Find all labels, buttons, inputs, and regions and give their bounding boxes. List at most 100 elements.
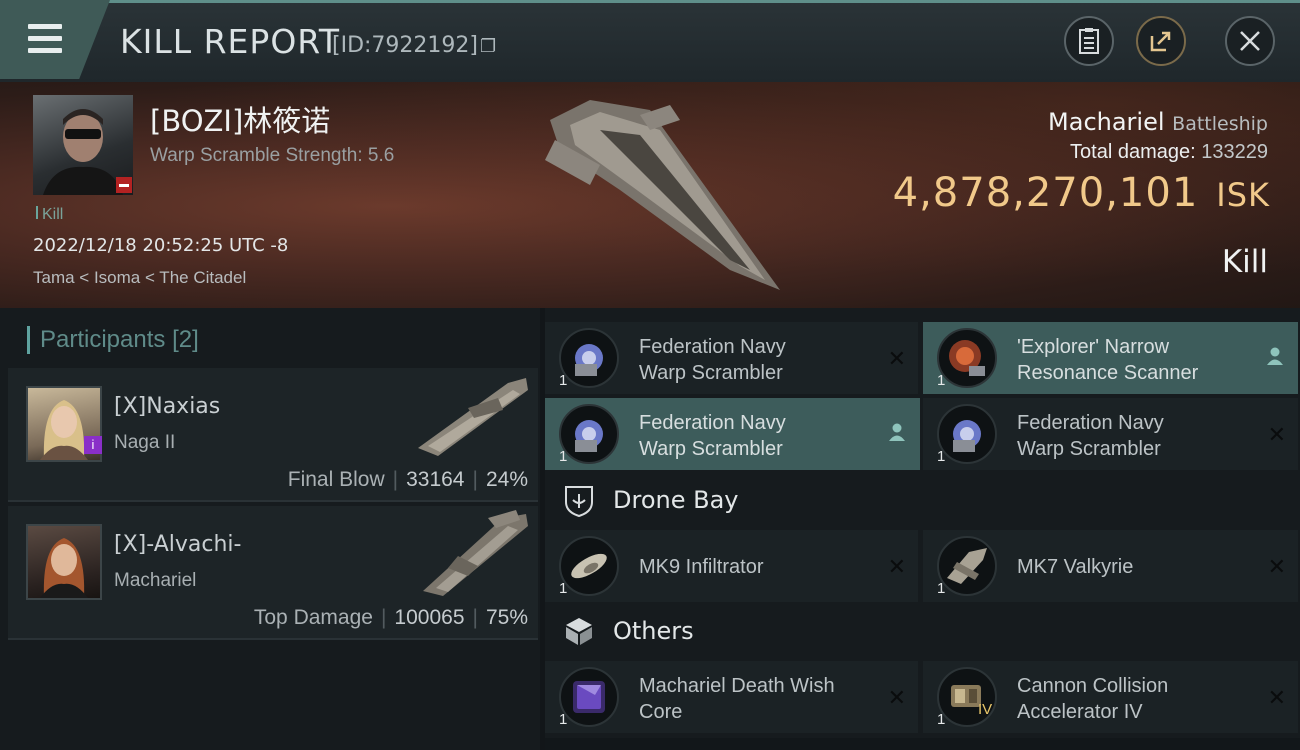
participant-name: [X]-Alvachi-	[114, 532, 242, 557]
module-name-line1: Federation Navy	[639, 336, 786, 358]
drone-quantity: 1	[937, 580, 946, 597]
total-damage-value: 133229	[1201, 141, 1268, 163]
warp-scrambler-icon	[937, 404, 997, 464]
module-name-line2: Warp Scrambler	[1017, 438, 1161, 460]
module-name-line2: Warp Scrambler	[639, 362, 783, 384]
item-slot[interactable]: IV 1 Cannon Collision Accelerator IV ✕	[923, 661, 1298, 733]
kill-location: Tama < Isoma < The Citadel	[33, 268, 247, 287]
drone-bay-header: Drone Bay	[545, 474, 1300, 529]
drone-name: MK7 Valkyrie	[1017, 556, 1134, 578]
drone-icon	[937, 536, 997, 596]
participant-stats: Top Damage | 100065 | 75%	[254, 606, 528, 630]
module-name-line1: 'Explorer' Narrow	[1017, 336, 1170, 358]
victim-ship[interactable]: Machariel Battleship	[1048, 108, 1268, 136]
hostile-badge	[116, 177, 132, 193]
drone-bay-icon	[565, 486, 593, 518]
participant-row[interactable]: [X]-Alvachi- Machariel Top Damage | 100065…	[8, 506, 538, 640]
participant-ship: Naga II	[114, 432, 176, 453]
tech-level-badge: IV	[978, 701, 993, 718]
drone-slot[interactable]: 1 MK7 Valkyrie ✕	[923, 530, 1298, 602]
share-button[interactable]	[1136, 16, 1186, 66]
ship-class: Battleship	[1172, 113, 1268, 135]
item-name-line2: Accelerator IV	[1017, 701, 1143, 723]
menu-icon-bar	[28, 48, 62, 53]
module-slot[interactable]: 1 Federation Navy Warp Scrambler ✕	[923, 398, 1298, 470]
participant-ship-image	[418, 378, 528, 456]
module-quantity: 1	[559, 448, 568, 465]
portrait-image	[40, 538, 88, 598]
item-slot[interactable]: 1 Machariel Death Wish Core ✕	[545, 661, 918, 733]
module-name-line2: Warp Scrambler	[639, 438, 783, 460]
module-quantity: 1	[937, 448, 946, 465]
warp-scrambler-icon	[559, 328, 619, 388]
separator: |	[392, 468, 399, 491]
participants-title: Participants	[40, 326, 166, 353]
drone-slot[interactable]: 1 MK9 Infiltrator ✕	[545, 530, 918, 602]
total-damage: Total damage: 133229	[1070, 141, 1268, 164]
drone-name: MK9 Infiltrator	[639, 556, 764, 578]
menu-icon-bar	[28, 36, 62, 41]
participants-header: Participants [2]	[27, 326, 199, 354]
isk-amount: 4,878,270,101	[892, 170, 1199, 216]
dropped-person-icon	[889, 423, 905, 441]
participant-row[interactable]: i [X]Naxias Naga II Final Blow | 33164 | 24%	[8, 368, 538, 502]
scanner-icon	[937, 328, 997, 388]
core-icon	[559, 667, 619, 727]
total-damage-label: Total damage:	[1070, 141, 1196, 163]
module-name: Federation Navy Warp Scrambler	[639, 410, 869, 462]
stat-label: Final Blow	[287, 468, 385, 491]
participants-count: [2]	[172, 326, 199, 353]
destroyed-icon: ✕	[1267, 554, 1286, 579]
victim-ship-image	[545, 100, 780, 290]
warp-scramble-strength: Warp Scramble Strength: 5.6	[150, 145, 395, 166]
menu-icon	[28, 24, 62, 29]
stat-damage: 33164	[406, 468, 465, 491]
kill-result: Kill	[1221, 244, 1268, 280]
stat-damage: 100065	[394, 606, 465, 629]
destroyed-icon: ✕	[1267, 422, 1286, 447]
destroyed-icon: ✕	[887, 554, 906, 579]
destroyed-icon: ✕	[887, 685, 906, 710]
drone-bay-label: Drone Bay	[613, 486, 739, 514]
copy-icon[interactable]: ❐	[480, 36, 496, 57]
scroll-area-edge	[545, 738, 1300, 750]
module-slot[interactable]: 1 Federation Navy Warp Scrambler	[545, 398, 920, 470]
kill-tag: Kill	[36, 206, 63, 224]
module-slot[interactable]: 1 'Explorer' Narrow Resonance Scanner	[923, 322, 1298, 394]
isk-value: 4,878,270,101 ISK	[893, 170, 1270, 216]
clipboard-button[interactable]	[1064, 16, 1114, 66]
item-name-line1: Machariel Death Wish	[639, 675, 835, 697]
warp-scrambler-icon	[559, 404, 619, 464]
module-name-line1: Federation Navy	[1017, 412, 1164, 434]
module-name: Federation Navy Warp Scrambler	[639, 334, 869, 386]
module-slot[interactable]: 1 Federation Navy Warp Scrambler ✕	[545, 322, 918, 394]
module-quantity: 1	[559, 372, 568, 389]
close-button[interactable]	[1225, 16, 1275, 66]
participant-name: [X]Naxias	[114, 394, 221, 419]
kill-tag-label: Kill	[42, 206, 64, 223]
kill-datetime: 2022/12/18 20:52:25 UTC -8	[33, 235, 289, 256]
participant-stats: Final Blow | 33164 | 24%	[288, 468, 528, 492]
drone-quantity: 1	[559, 580, 568, 597]
module-quantity: 1	[937, 372, 946, 389]
tag-bar	[36, 206, 38, 219]
close-icon	[1240, 31, 1260, 51]
dropped-person-icon	[1267, 347, 1283, 365]
item-name-line1: Cannon Collision	[1017, 675, 1169, 697]
accelerator-icon	[937, 667, 997, 727]
stat-percent: 75%	[485, 606, 528, 629]
info-badge: i	[84, 436, 102, 454]
report-id-text: [ID:7922192]	[332, 33, 478, 58]
page-title: KILL REPORT	[120, 22, 340, 61]
item-quantity: 1	[937, 711, 946, 728]
separator: |	[380, 606, 387, 629]
participant-ship: Machariel	[114, 570, 197, 591]
isk-unit: ISK	[1216, 176, 1270, 214]
item-quantity: 1	[559, 711, 568, 728]
victim-name[interactable]: [BOZI]林筱诺	[150, 98, 330, 140]
module-name-line2: Resonance Scanner	[1017, 362, 1199, 384]
cube-icon	[566, 618, 592, 645]
participant-portrait	[26, 524, 102, 600]
stat-label: Top Damage	[253, 606, 373, 629]
share-icon	[1150, 31, 1171, 52]
